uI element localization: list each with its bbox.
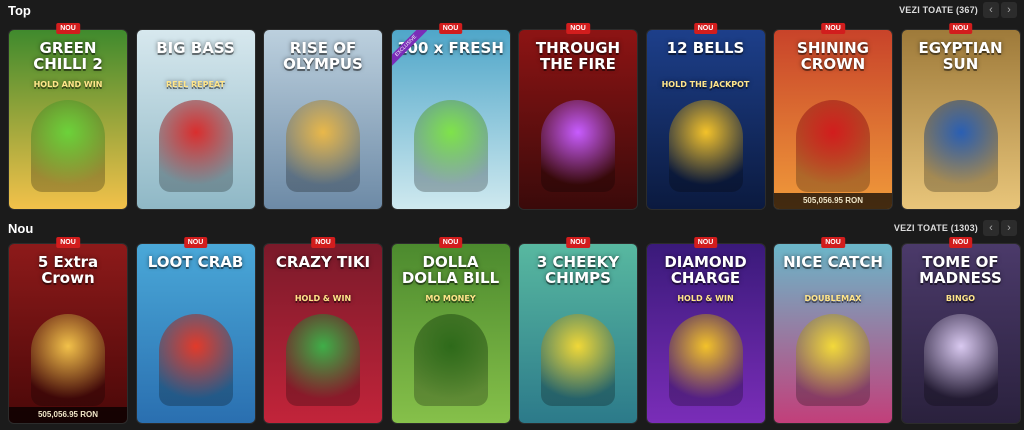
game-card[interactable]: LOOT CRAB [135, 243, 256, 424]
game-character-art [413, 100, 488, 192]
game-card[interactable]: 5 Extra Crown 505,056.95 RON [8, 243, 128, 424]
game-card[interactable]: GREEN CHILLI 2 HOLD AND WIN [8, 29, 128, 210]
game-subtitle: HOLD & WIN [294, 294, 352, 303]
game-title: DIAMOND CHARGE [664, 253, 747, 287]
game-character-art [923, 314, 998, 406]
see-all-link[interactable]: VEZI TOATE (367) [899, 5, 978, 15]
new-badge: NOU [56, 23, 80, 34]
game-card[interactable]: CRAZY TIKI HOLD & WIN [263, 243, 383, 424]
new-badge: NOU [56, 237, 80, 248]
section-title: Nou [8, 221, 34, 236]
new-badge: NOU [693, 23, 718, 34]
jackpot-amount: 505,056.95 RON [774, 193, 892, 209]
new-badge: NOU [566, 237, 590, 248]
game-character-art [668, 314, 743, 406]
game-character-art [541, 100, 615, 192]
game-title: SHINING CROWN [797, 39, 869, 73]
game-subtitle: HOLD AND WIN [33, 80, 103, 89]
game-subtitle: HOLD & WIN [677, 294, 734, 303]
game-title: NICE CATCH [783, 253, 883, 271]
game-subtitle: MO MONEY [425, 294, 476, 303]
game-card[interactable]: THROUGH THE FIRE [518, 29, 638, 210]
game-card[interactable]: BIG BASS REEL REPEAT [135, 29, 256, 210]
game-character-art [158, 314, 233, 406]
game-card[interactable]: DIAMOND CHARGE HOLD & WIN [645, 243, 766, 424]
chevron-left-icon[interactable]: ‹ [983, 2, 999, 18]
games-row-top: NOU GREEN CHILLI 2 HOLD AND WIN BIG BASS REE… [0, 23, 1024, 213]
new-badge: NOU [821, 23, 845, 34]
game-card[interactable]: TOME OF MADNESS BINGO [900, 243, 1021, 424]
game-title: 12 BELLS [666, 39, 745, 57]
game-card[interactable]: EGYPTIAN SUN [900, 29, 1021, 210]
game-subtitle: REEL REPEAT [166, 80, 225, 89]
game-title: RISE OF OLYMPUS [283, 39, 363, 73]
section-title: Top [8, 3, 31, 18]
game-card[interactable]: DOLLA DOLLA BILL MO MONEY [390, 243, 511, 424]
game-subtitle: DOUBLEMAX [804, 294, 862, 303]
game-character-art [158, 100, 233, 192]
game-title: TOME OF MADNESS [919, 253, 1002, 287]
game-subtitle: BINGO [945, 294, 976, 303]
new-badge: NOU [438, 237, 463, 248]
section-header-nou: Nou VEZI TOATE (1303) ‹ › [0, 218, 1024, 240]
game-title: EGYPTIAN SUN [918, 39, 1003, 73]
game-title: LOOT CRAB [147, 253, 244, 271]
game-character-art [31, 100, 105, 192]
new-badge: NOU [183, 237, 208, 248]
game-character-art [668, 100, 743, 192]
game-card[interactable]: RISE OF OLYMPUS [263, 29, 383, 210]
see-all-link[interactable]: VEZI TOATE (1303) [894, 223, 978, 233]
game-character-art [286, 100, 360, 192]
game-card[interactable]: NICE CATCH DOUBLEMAX [773, 243, 893, 424]
games-row-nou: NOU 5 Extra Crown 505,056.95 RON NOU LOOT CR… [0, 237, 1024, 427]
game-character-art [541, 314, 615, 406]
new-badge: NOU [821, 237, 845, 248]
game-character-art [796, 314, 870, 406]
game-character-art [286, 314, 360, 406]
game-subtitle: HOLD THE JACKPOT [661, 80, 750, 89]
game-card[interactable]: 100 x FRESH EXCLUSIVE [390, 29, 511, 210]
game-title: 3 CHEEKY CHIMPS [536, 253, 620, 287]
game-card[interactable]: 3 CHEEKY CHIMPS [518, 243, 638, 424]
new-badge: NOU [693, 237, 718, 248]
game-title: GREEN CHILLI 2 [33, 39, 103, 73]
game-title: 5 Extra Crown [37, 253, 99, 287]
game-character-art [796, 100, 870, 192]
game-title: CRAZY TIKI [275, 253, 371, 271]
jackpot-amount: 505,056.95 RON [9, 407, 127, 423]
game-card[interactable]: SHINING CROWN 505,056.95 RON [773, 29, 893, 210]
chevron-left-icon[interactable]: ‹ [983, 220, 999, 236]
game-title: DOLLA DOLLA BILL [401, 253, 500, 287]
new-badge: NOU [948, 237, 973, 248]
new-badge: NOU [948, 23, 973, 34]
game-character-art [31, 314, 105, 406]
new-badge: NOU [566, 23, 590, 34]
section-header-top: Top VEZI TOATE (367) ‹ › [0, 0, 1024, 22]
new-badge: NOU [438, 23, 463, 34]
game-character-art [923, 100, 998, 192]
chevron-right-icon[interactable]: › [1001, 220, 1017, 236]
game-title: BIG BASS [156, 39, 235, 57]
new-badge: NOU [311, 237, 335, 248]
game-character-art [413, 314, 488, 406]
game-card[interactable]: 12 BELLS HOLD THE JACKPOT [645, 29, 766, 210]
game-title: THROUGH THE FIRE [535, 39, 621, 73]
chevron-right-icon[interactable]: › [1001, 2, 1017, 18]
